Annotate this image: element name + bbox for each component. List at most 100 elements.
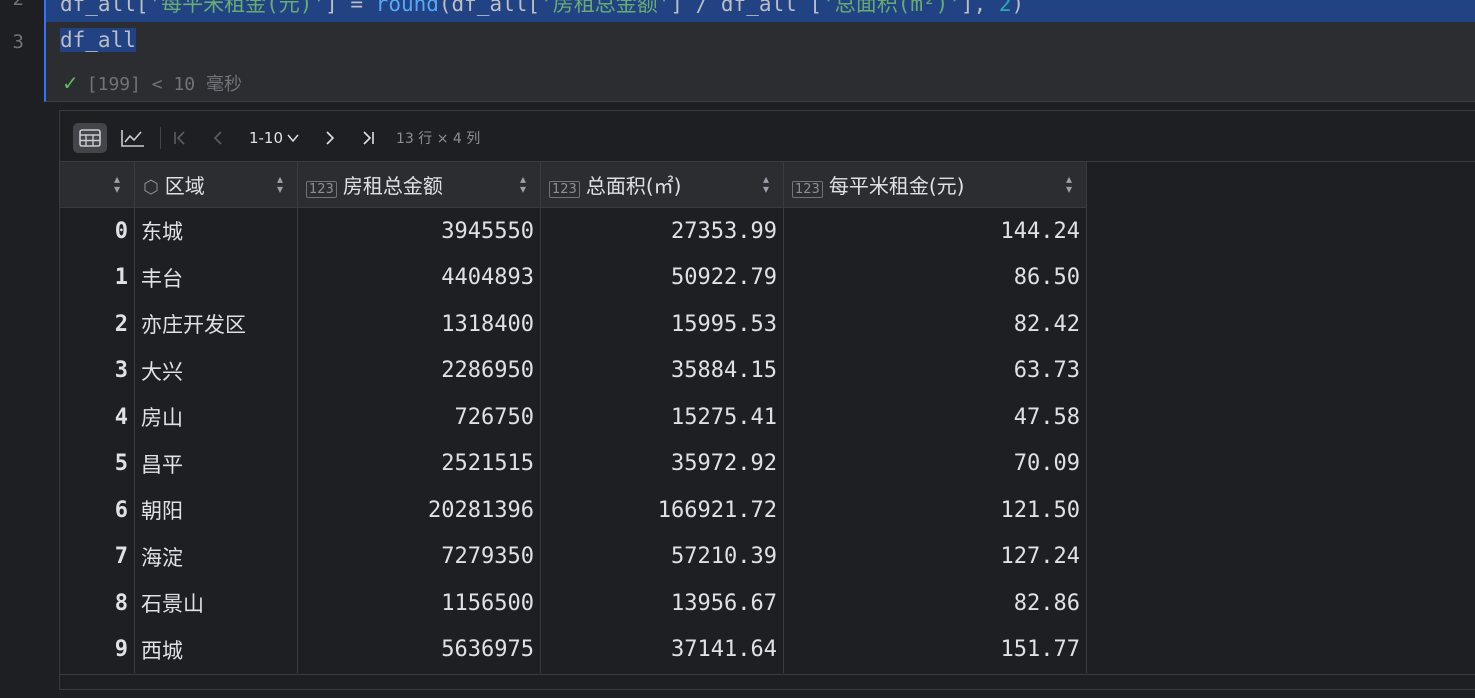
cell-total-rent[interactable]: 2521515 [297,440,541,487]
column-header-index[interactable]: ▴ ▾ [60,162,135,208]
cell-total-area[interactable]: 50922.79 [540,254,784,301]
chevron-left-icon [213,131,222,145]
cell-rent-per-sqm[interactable]: 82.86 [783,580,1087,627]
chevron-right-icon [326,131,335,145]
table-row[interactable]: 2 亦庄开发区 1318400 15995.53 82.42 [60,301,1087,348]
cell-rent-per-sqm[interactable]: 63.73 [783,347,1087,394]
table-row[interactable]: 8 石景山 1156500 13956.67 82.86 [60,580,1087,627]
cell-total-rent[interactable]: 3945550 [297,207,541,255]
first-page-button[interactable] [168,123,192,153]
cell-total-area[interactable]: 27353.99 [540,207,784,255]
chart-view-button[interactable] [116,123,150,153]
code-token: df_all [60,28,136,52]
cell-total-rent[interactable]: 5636975 [297,626,541,673]
cell-total-rent[interactable]: 7279350 [297,533,541,580]
cell-total-rent[interactable]: 726750 [297,394,541,441]
horizontal-scrollbar[interactable] [60,674,1475,689]
column-header-rent-per-sqm[interactable]: 123 每平米租金(元) ▴ ▾ [783,162,1087,208]
cell-total-area[interactable]: 13956.67 [540,580,784,627]
code-cell-editor[interactable]: df_all['每平米租金(元)'] = round(df_all['房租总金额… [44,0,1475,102]
code-string: '每平米租金(元)' [148,0,326,16]
table-row[interactable]: 1 丰台 4404893 50922.79 86.50 [60,254,1087,301]
code-string: '总面积(m²)' [822,0,961,16]
cell-total-area[interactable]: 35884.15 [540,347,784,394]
first-page-icon [174,131,185,145]
cell-rent-per-sqm[interactable]: 151.77 [783,626,1087,673]
table-row[interactable]: 6 朝阳 20281396 166921.72 121.50 [60,487,1087,534]
code-line-2[interactable]: df_all['每平米租金(元)'] = round(df_all['房租总金额… [60,0,1024,18]
cell-region[interactable]: 海淀 [134,533,298,580]
last-page-button[interactable] [356,123,380,153]
row-index: 7 [60,533,135,580]
sort-icon[interactable]: ▴ ▾ [1066,173,1072,195]
column-header-region[interactable]: ⬡ 区域 ▴ ▾ [134,162,298,208]
cell-total-area[interactable]: 35972.92 [540,440,784,487]
sort-icon[interactable]: ▴ ▾ [520,173,526,195]
cell-region[interactable]: 丰台 [134,254,298,301]
table-row[interactable]: 5 昌平 2521515 35972.92 70.09 [60,440,1087,487]
table-row[interactable]: 0 东城 3945550 27353.99 144.24 [60,207,1087,255]
cell-total-rent[interactable]: 2286950 [297,347,541,394]
column-title: 区域 [164,174,205,198]
table-row[interactable]: 7 海淀 7279350 57210.39 127.24 [60,533,1087,580]
code-token: ) [1011,0,1025,16]
code-string: '房租总金额' [540,0,671,16]
page-range-dropdown[interactable]: 1-10 [244,123,304,153]
cell-total-rent[interactable]: 1156500 [297,580,541,627]
execution-info: [199] < 10 毫秒 [86,74,242,95]
cell-region[interactable]: 房山 [134,394,298,441]
row-index: 1 [60,254,135,301]
cell-region[interactable]: 西城 [134,626,298,673]
table-row[interactable]: 4 房山 726750 15275.41 47.58 [60,394,1087,441]
table-toolbar: 1-10 13 行 × 4 列 [60,111,1475,162]
cell-rent-per-sqm[interactable]: 127.24 [783,533,1087,580]
cell-region[interactable]: 亦庄开发区 [134,301,298,348]
code-token: (df_all[ [438,0,541,16]
cell-total-rent[interactable]: 20281396 [297,487,541,534]
line-number-gutter: 2 3 [0,0,44,102]
code-token: df_all[ [60,0,149,16]
cell-rent-per-sqm[interactable]: 82.42 [783,301,1087,348]
code-token: ], [960,0,999,16]
cell-rent-per-sqm[interactable]: 121.50 [783,487,1087,534]
table-row[interactable]: 9 西城 5636975 37141.64 151.77 [60,626,1087,673]
sort-icon[interactable]: ▴ ▾ [114,173,120,195]
row-index: 3 [60,347,135,394]
cell-rent-per-sqm[interactable]: 144.24 [783,207,1087,255]
check-icon: ✓ [62,71,79,95]
column-title: 房租总金额 [342,174,443,198]
cell-rent-per-sqm[interactable]: 70.09 [783,440,1087,487]
cell-total-area[interactable]: 166921.72 [540,487,784,534]
column-header-total-area[interactable]: 123 总面积(㎡) ▴ ▾ [540,162,784,208]
code-token: ] / df_all [ [670,0,823,16]
numeric-type-icon: 123 [549,181,580,198]
cell-region[interactable]: 朝阳 [134,487,298,534]
row-index: 9 [60,626,135,673]
cell-region[interactable]: 大兴 [134,347,298,394]
chevron-down-icon [287,134,299,143]
row-index: 5 [60,440,135,487]
code-token: ] = [325,0,376,16]
table-view-button[interactable] [73,123,107,153]
cell-region[interactable]: 石景山 [134,580,298,627]
code-line-3[interactable]: df_all [60,28,136,52]
previous-page-button[interactable] [206,123,230,153]
row-index: 4 [60,394,135,441]
sort-icon[interactable]: ▴ ▾ [277,173,283,195]
next-page-button[interactable] [318,123,342,153]
row-index: 6 [60,487,135,534]
cell-rent-per-sqm[interactable]: 47.58 [783,394,1087,441]
sort-icon[interactable]: ▴ ▾ [763,173,769,195]
table-row[interactable]: 3 大兴 2286950 35884.15 63.73 [60,347,1087,394]
cell-total-area[interactable]: 15995.53 [540,301,784,348]
cell-total-rent[interactable]: 4404893 [297,254,541,301]
cell-region[interactable]: 东城 [134,207,298,255]
cell-region[interactable]: 昌平 [134,440,298,487]
cell-total-area[interactable]: 15275.41 [540,394,784,441]
line-number: 3 [12,31,24,53]
cell-total-area[interactable]: 57210.39 [540,533,784,580]
cell-rent-per-sqm[interactable]: 86.50 [783,254,1087,301]
column-header-total-rent[interactable]: 123 房租总金额 ▴ ▾ [297,162,541,208]
cell-total-rent[interactable]: 1318400 [297,301,541,348]
cell-total-area[interactable]: 37141.64 [540,626,784,673]
